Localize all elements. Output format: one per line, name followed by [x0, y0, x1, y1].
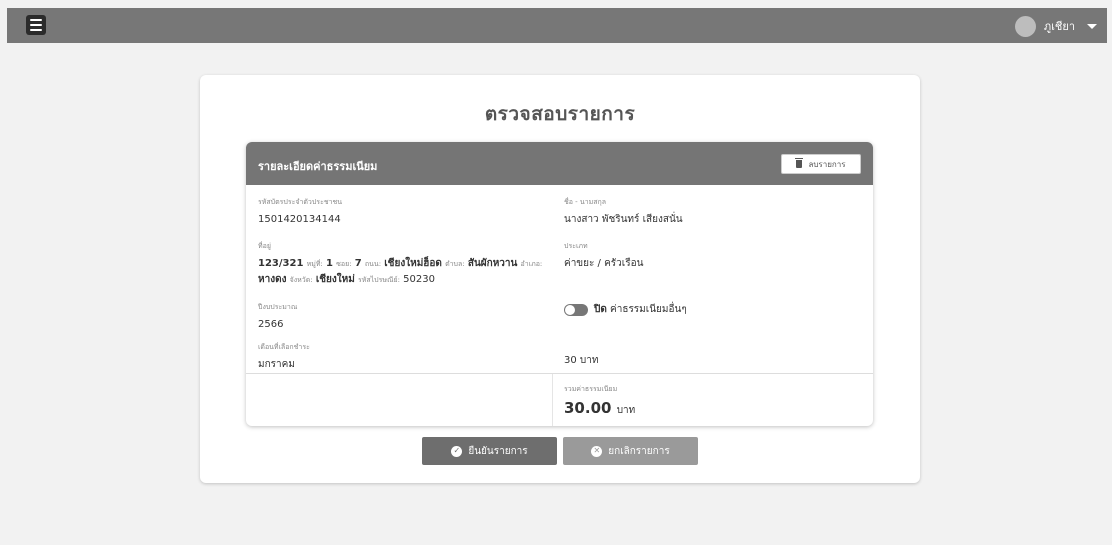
trash-icon — [795, 158, 804, 168]
divider — [552, 374, 553, 426]
name-field: ชื่อ - นามสกุล นางสาว พัชรินทร์ เสียงสนั… — [564, 197, 683, 227]
user-name[interactable]: ภูเชียา — [1044, 17, 1075, 35]
budget-year-label: ปีงบประมาณ — [258, 303, 298, 311]
cancel-label: ยกเลิกรายการ — [608, 445, 670, 457]
name-value: นางสาว พัชรินทร์ เสียงสนั่น — [564, 214, 683, 225]
type-field: ประเภท ค่าขยะ / ครัวเรือน — [564, 241, 643, 271]
other-fee-toggle-label: ปิด ค่าธรรมเนียมอื่นๆ — [594, 304, 687, 315]
avatar[interactable] — [1014, 15, 1036, 37]
review-card: ตรวจสอบรายการ รายละเอียดค่าธรรมเนียม ลบร… — [200, 75, 920, 483]
total-amount: 30.00 บาท — [564, 399, 636, 417]
close-circle-icon: ✕ — [591, 445, 603, 457]
address-field: ที่อยู่ 123/321 หมู่ที่: 1 ซอย: 7 ถนน: เ… — [258, 241, 558, 288]
address-label: ที่อยู่ — [258, 242, 271, 250]
user-menu[interactable]: ภูเชียา — [1014, 14, 1097, 38]
divider — [246, 373, 873, 374]
month-fee-field: 30 บาท — [564, 353, 598, 368]
confirm-button[interactable]: ✓ ยืนยันรายการ — [422, 437, 557, 465]
clear-items-button[interactable]: ลบรายการ — [781, 154, 861, 174]
type-label: ประเภท — [564, 242, 588, 250]
id-label: รหัสบัตรประจำตัวประชาชน — [258, 198, 343, 206]
total-field: รวมค่าธรรมเนียม 30.00 บาท — [564, 384, 635, 418]
panel-header: รายละเอียดค่าธรรมเนียม ลบรายการ — [246, 142, 873, 185]
budget-year-value: 2566 — [258, 319, 284, 330]
panel-title: รายละเอียดค่าธรรมเนียม — [258, 160, 378, 173]
other-fee-toggle[interactable] — [564, 303, 588, 316]
type-value: ค่าขยะ / ครัวเรือน — [564, 258, 644, 269]
confirm-label: ยืนยันรายการ — [468, 445, 528, 457]
cancel-button[interactable]: ✕ ยกเลิกรายการ — [563, 437, 698, 465]
hamburger-menu-icon[interactable] — [26, 15, 46, 35]
month-field: เดือนที่เลือกชำระ มกราคม — [258, 342, 310, 372]
chevron-down-icon[interactable] — [1087, 23, 1097, 29]
month-label: เดือนที่เลือกชำระ — [258, 343, 310, 351]
budget-year-field: ปีงบประมาณ 2566 — [258, 302, 297, 332]
name-label: ชื่อ - นามสกุล — [564, 198, 607, 206]
check-circle-icon: ✓ — [451, 445, 463, 457]
month-fee: 30 บาท — [564, 355, 599, 366]
total-label: รวมค่าธรรมเนียม — [564, 385, 618, 393]
page-title: ตรวจสอบรายการ — [484, 103, 636, 125]
month-value: มกราคม — [258, 359, 295, 370]
fee-detail-panel: รายละเอียดค่าธรรมเนียม ลบรายการ รหัสบัตร… — [246, 142, 873, 426]
clear-items-label: ลบรายการ — [808, 159, 846, 169]
top-bar: ภูเชียา — [7, 8, 1107, 43]
id-field: รหัสบัตรประจำตัวประชาชน 1501420134144 — [258, 197, 342, 227]
other-fee-toggle-row: ปิด ค่าธรรมเนียมอื่นๆ — [564, 302, 687, 317]
address-value: 123/321 หมู่ที่: 1 ซอย: 7 ถนน: เชียงใหม่… — [258, 258, 543, 285]
id-value: 1501420134144 — [258, 214, 341, 225]
